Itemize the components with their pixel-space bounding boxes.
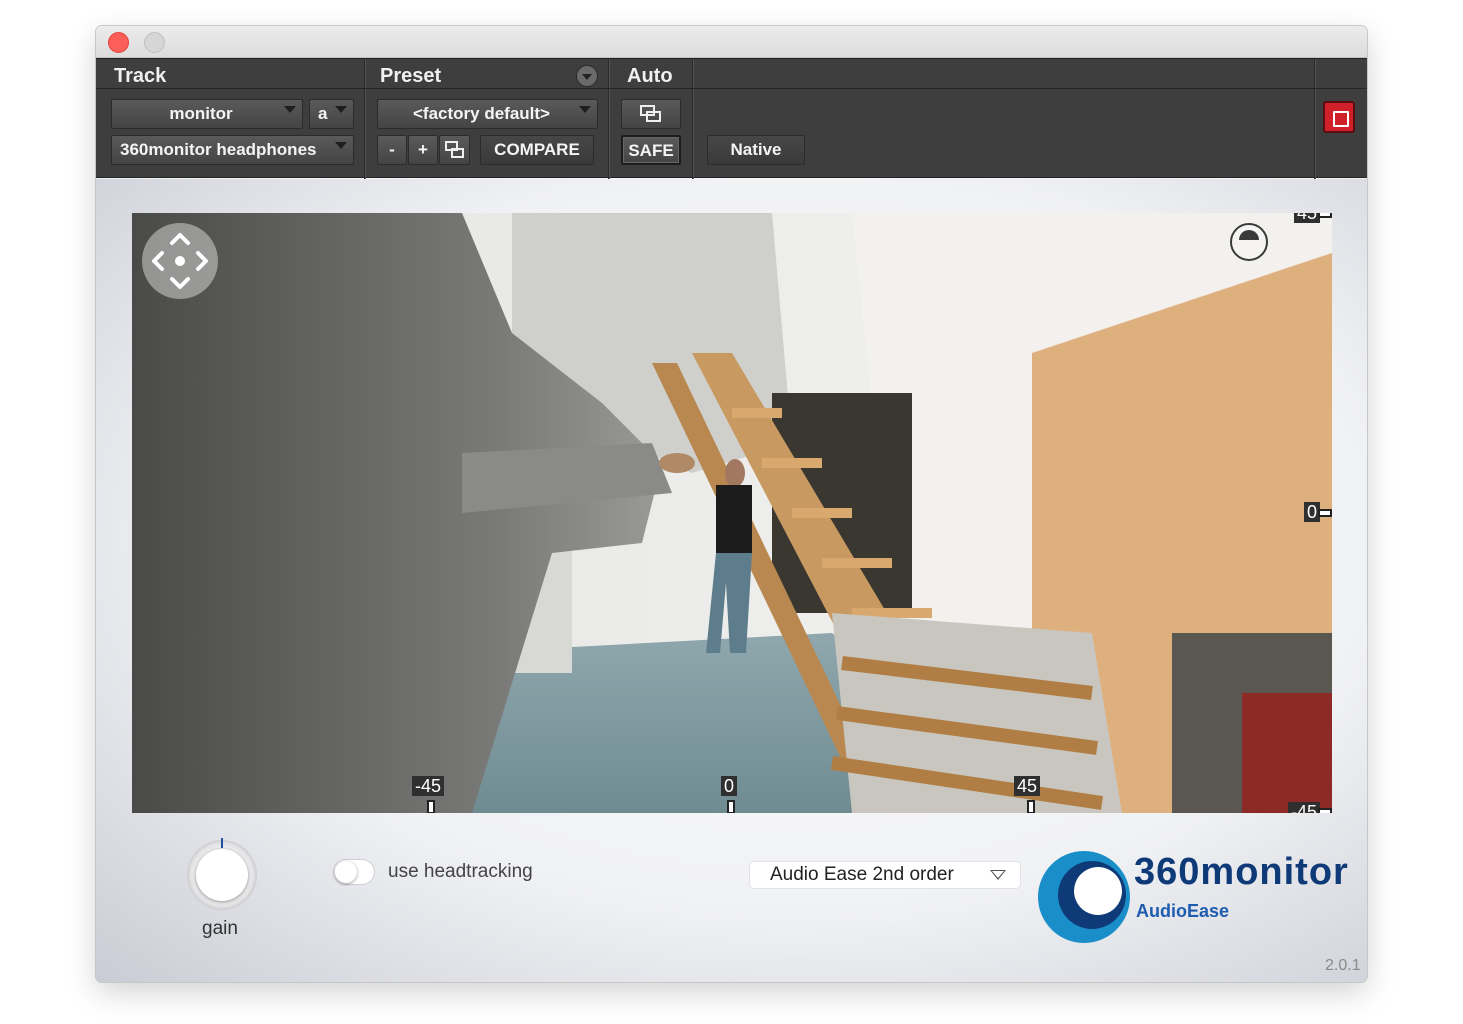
preset-selector[interactable]: <factory default> bbox=[377, 99, 598, 129]
copy-settings-icon bbox=[444, 141, 464, 158]
headtracking-toggle[interactable] bbox=[333, 859, 375, 885]
previous-preset-button[interactable]: - bbox=[377, 135, 407, 165]
tick-mark bbox=[427, 800, 435, 813]
decoder-select-value: Audio Ease 2nd order bbox=[770, 864, 954, 885]
plugin-window: Track Preset Auto monitor a 360monitor h… bbox=[96, 26, 1367, 982]
tick-mark bbox=[727, 800, 735, 813]
video-frame bbox=[132, 213, 1332, 813]
gain-knob[interactable] bbox=[188, 838, 256, 909]
gain-label: gain bbox=[202, 918, 238, 939]
chevron-down-icon bbox=[990, 870, 1006, 880]
video-viewport[interactable]: -45 0 45 45 0 -45 bbox=[132, 213, 1332, 813]
tick-mark bbox=[1318, 808, 1332, 813]
track-channel-selector[interactable]: a bbox=[309, 99, 354, 129]
plugin-body: -45 0 45 45 0 -45 gain use headtracking … bbox=[96, 179, 1367, 982]
divider bbox=[1314, 59, 1316, 179]
automation-icon bbox=[640, 105, 661, 122]
pan-arrows-icon bbox=[152, 233, 208, 289]
native-indicator: Native bbox=[707, 135, 805, 165]
tick-label-bottom: 45 bbox=[1014, 776, 1041, 796]
plugin-name-label: 360monitor headphones bbox=[120, 140, 317, 159]
preset-copy-button[interactable] bbox=[439, 135, 470, 165]
tick-label-bottom: 0 bbox=[721, 776, 738, 796]
gain-knob-face bbox=[196, 849, 248, 901]
divider bbox=[96, 88, 1367, 89]
logo-company-name: AudioEase bbox=[1136, 901, 1230, 921]
logo-product-name: 360monitor bbox=[1134, 851, 1349, 893]
track-name-label: monitor bbox=[169, 104, 233, 123]
compare-button[interactable]: COMPARE bbox=[480, 135, 594, 165]
auto-section-title: Auto bbox=[627, 65, 673, 87]
tick-mark bbox=[1318, 213, 1332, 218]
gain-indicator bbox=[221, 838, 223, 848]
divider bbox=[692, 59, 694, 179]
divider bbox=[364, 59, 366, 179]
preset-menu-icon[interactable] bbox=[576, 65, 598, 87]
track-name-selector[interactable]: monitor bbox=[111, 99, 303, 129]
version-label: 2.0.1 bbox=[1325, 957, 1361, 974]
tick-mark bbox=[1027, 800, 1035, 813]
logo-circle-icon bbox=[1038, 851, 1130, 943]
plugin-selector[interactable]: 360monitor headphones bbox=[111, 135, 354, 165]
close-window-icon[interactable] bbox=[108, 32, 129, 53]
plugin-header: Track Preset Auto monitor a 360monitor h… bbox=[96, 58, 1367, 179]
pan-navigation-pad[interactable] bbox=[142, 223, 218, 299]
preset-section-title: Preset bbox=[380, 65, 442, 87]
bypass-button[interactable] bbox=[1323, 101, 1355, 133]
preset-name-label: <factory default> bbox=[413, 104, 550, 123]
divider bbox=[608, 59, 610, 179]
minimize-window-icon[interactable] bbox=[144, 32, 165, 53]
tick-label-right: 45 bbox=[1294, 213, 1321, 223]
tick-label-bottom: -45 bbox=[412, 776, 445, 796]
tick-label-right: -45 bbox=[1288, 802, 1321, 813]
title-bar bbox=[96, 26, 1367, 58]
compass-view-icon[interactable] bbox=[1230, 223, 1268, 261]
tick-mark bbox=[1318, 509, 1332, 517]
headtracking-label: use headtracking bbox=[388, 861, 533, 882]
automation-button[interactable] bbox=[621, 99, 681, 129]
track-channel-label: a bbox=[318, 104, 328, 123]
decoder-select[interactable]: Audio Ease 2nd order bbox=[750, 862, 1020, 888]
toggle-thumb bbox=[335, 861, 357, 883]
track-section-title: Track bbox=[114, 65, 167, 87]
safe-button[interactable]: SAFE bbox=[621, 135, 681, 165]
product-logo: 360monitor AudioEase bbox=[1036, 849, 1348, 945]
next-preset-button[interactable]: + bbox=[408, 135, 438, 165]
